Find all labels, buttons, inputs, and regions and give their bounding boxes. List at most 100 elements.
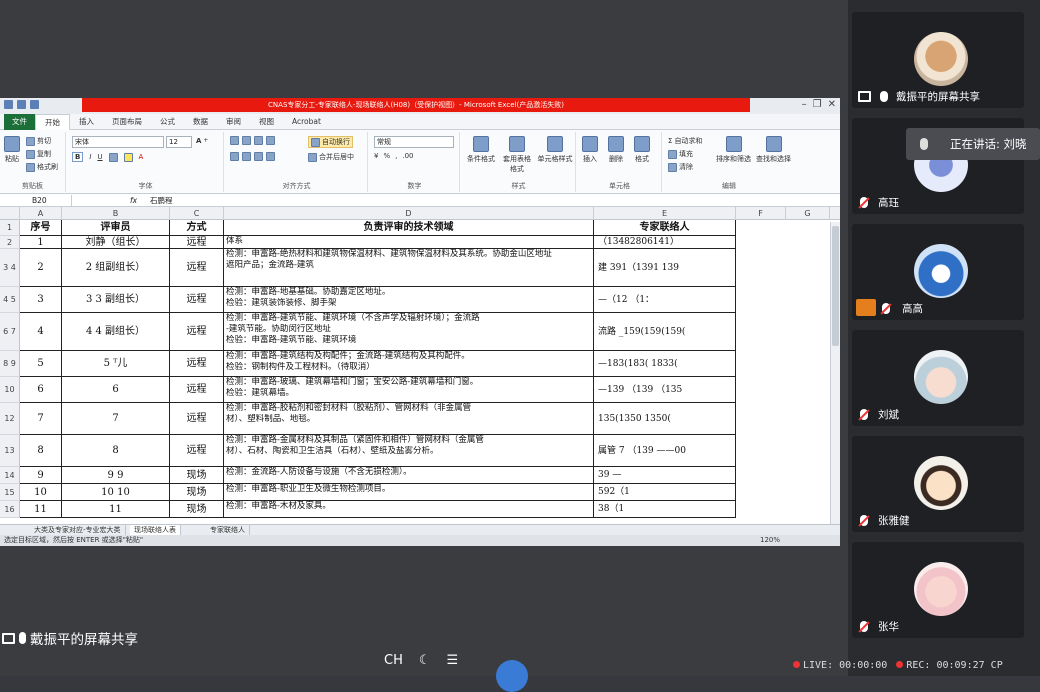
align-horizontal-buttons[interactable] [230, 152, 275, 161]
cell-contact[interactable]: —139 （139 （135 [594, 377, 736, 403]
participant-tile[interactable]: 刘斌 [852, 330, 1024, 426]
align-bottom-icon[interactable] [254, 136, 263, 145]
number-buttons[interactable]: ¥%, .00 [374, 152, 414, 160]
column-header-d[interactable]: D [224, 207, 594, 220]
cell-mode[interactable]: 现场 [170, 501, 224, 518]
cell-mode[interactable]: 远程 [170, 435, 224, 467]
tab-insert[interactable]: 插入 [70, 114, 103, 130]
cell-num[interactable]: 10 [20, 484, 62, 501]
cell-contact[interactable]: 592（1 [594, 484, 736, 501]
cell-contact[interactable]: —（12 （1： [594, 287, 736, 313]
select-all-corner[interactable] [0, 207, 20, 220]
column-header-b[interactable]: B [62, 207, 170, 220]
cell-mode[interactable]: 远程 [170, 313, 224, 351]
cell-mode[interactable]: 远程 [170, 351, 224, 377]
fill-color-icon[interactable] [123, 152, 133, 162]
cell-num[interactable]: 1 [20, 236, 62, 249]
cell-domain[interactable]: 体系 [224, 236, 594, 249]
tab-data[interactable]: 数据 [184, 114, 217, 130]
merge-center-button[interactable]: 合并后居中 [308, 152, 354, 162]
font-name-select[interactable]: 宋体 [72, 136, 164, 148]
cell-domain[interactable]: 检测：申富路-职业卫生及微生物检测项目。 [224, 484, 594, 501]
percent-icon[interactable]: % [383, 152, 390, 160]
scroll-thumb[interactable] [832, 226, 839, 346]
menu-icon[interactable]: ☰ [447, 653, 459, 668]
orientation-icon[interactable] [266, 136, 275, 145]
cell-num[interactable]: 6 [20, 377, 62, 403]
row-header[interactable]: 13 [0, 435, 20, 467]
cell-domain[interactable]: 检测：申富路-金属材料及其制品（紧固件和相件）管网材料（金属管 材）、石材、陶瓷和… [224, 435, 594, 467]
tab-page-layout[interactable]: 页面布局 [103, 114, 151, 130]
cell-contact[interactable]: （13482806141） [594, 236, 736, 249]
cell-mode[interactable]: 远程 [170, 287, 224, 313]
spreadsheet-grid[interactable]: 1 序号 评审员 方式 负责评审的技术领域 专家联络人 2 1 刘静（组长） 远程 体系… [0, 220, 840, 522]
cell-reviewer[interactable]: 7 [62, 403, 170, 435]
row-header[interactable]: 10 11 [0, 377, 20, 420]
cell-num[interactable]: 8 [20, 435, 62, 467]
cell-domain[interactable]: 检测：金流路-人防设备与设施（不含无损检测）。 [224, 467, 594, 484]
font-size-select[interactable]: 12 [166, 136, 192, 148]
indent-icon[interactable] [266, 152, 275, 161]
undo-icon[interactable] [30, 100, 39, 109]
align-top-icon[interactable] [230, 136, 239, 145]
row-header[interactable]: 1 [0, 220, 20, 236]
insert-cells-button[interactable]: 插入 [582, 136, 598, 164]
cell-reviewer[interactable]: 2 组副组长） [62, 249, 170, 287]
cell-contact[interactable]: 39 — [594, 467, 736, 484]
cell-reviewer[interactable]: 9 9 [62, 467, 170, 484]
row-header[interactable]: 6 7 [0, 313, 20, 351]
cell-domain[interactable]: 检测：申富路-地基基础。协助嘉定区地址。 检验：建筑装饰装修、脚手架 [224, 287, 594, 313]
participant-tile[interactable]: 张华 [852, 542, 1024, 638]
minimize-icon[interactable]: – [802, 99, 807, 110]
tab-home[interactable]: 开始 [35, 113, 70, 130]
home-button[interactable] [496, 660, 528, 692]
cell-contact[interactable]: 流路 _159(159(159( [594, 313, 736, 351]
row-header[interactable]: 3 4 [0, 249, 20, 287]
close-icon[interactable]: ✕ [828, 99, 836, 110]
cell-reviewer[interactable]: 6 [62, 377, 170, 403]
format-as-table-button[interactable]: 套用表格格式 [502, 136, 532, 174]
row-header[interactable]: 14 [0, 467, 20, 484]
increase-decimal-icon[interactable]: .00 [402, 152, 413, 160]
align-top-buttons[interactable] [230, 136, 275, 145]
copy-button[interactable]: 复制 [26, 149, 51, 159]
column-header-e[interactable]: E [594, 207, 736, 220]
tab-acrobat[interactable]: Acrobat [283, 114, 330, 130]
border-icon[interactable] [108, 152, 118, 162]
underline-button[interactable]: U [97, 153, 102, 161]
format-painter-button[interactable]: 格式刷 [26, 162, 58, 172]
header-cell-reviewer[interactable]: 评审员 [62, 220, 170, 236]
column-header-c[interactable]: C [170, 207, 224, 220]
tab-view[interactable]: 视图 [250, 114, 283, 130]
participant-tile[interactable]: 戴振平的屏幕共享 [852, 12, 1024, 108]
cell-domain[interactable]: 检测：申富路-绝热材料和建筑物保温材料、建筑物保温材料及其系统。协助金山区地址遮… [224, 249, 594, 287]
align-middle-icon[interactable] [242, 136, 251, 145]
row-header[interactable]: 15 [0, 484, 20, 501]
tab-file[interactable]: 文件 [4, 113, 35, 130]
fill-button[interactable]: 填充 [668, 149, 693, 159]
bold-button[interactable]: B [72, 152, 84, 162]
cell-domain[interactable]: 检测：申富路-建筑节能、建筑环境（不含声学及辐射环境）；金流路 -建筑节能。协助闵… [224, 313, 594, 351]
header-cell-num[interactable]: 序号 [20, 220, 62, 236]
row-header[interactable]: 8 9 [0, 351, 20, 377]
tab-formulas[interactable]: 公式 [151, 114, 184, 130]
cell-reviewer[interactable]: 8 [62, 435, 170, 467]
italic-button[interactable]: I [89, 153, 91, 161]
currency-icon[interactable]: ¥ [374, 152, 378, 160]
zoom-level[interactable]: 120% [760, 535, 780, 546]
font-color-icon[interactable]: A [139, 153, 144, 161]
cell-mode[interactable]: 现场 [170, 467, 224, 484]
column-header-f[interactable]: F [736, 207, 786, 220]
row-header[interactable]: 12 [0, 403, 20, 435]
cell-contact[interactable]: 38（1 [594, 501, 736, 518]
fx-icon[interactable]: fx [130, 194, 137, 207]
wrap-text-button[interactable]: 自动换行 [308, 136, 353, 148]
align-right-icon[interactable] [254, 152, 263, 161]
row-header[interactable]: 4 5 [0, 287, 20, 313]
cell-contact[interactable]: 属管 7 （139 ——00 [594, 435, 736, 467]
cell-reviewer[interactable]: 3 3 副组长） [62, 287, 170, 313]
cell-num[interactable]: 3 [20, 287, 62, 313]
cell-contact[interactable]: —183(183( 1833( [594, 351, 736, 377]
cell-reviewer[interactable]: 刘静（组长） [62, 236, 170, 249]
cell-num[interactable]: 11 [20, 501, 62, 518]
